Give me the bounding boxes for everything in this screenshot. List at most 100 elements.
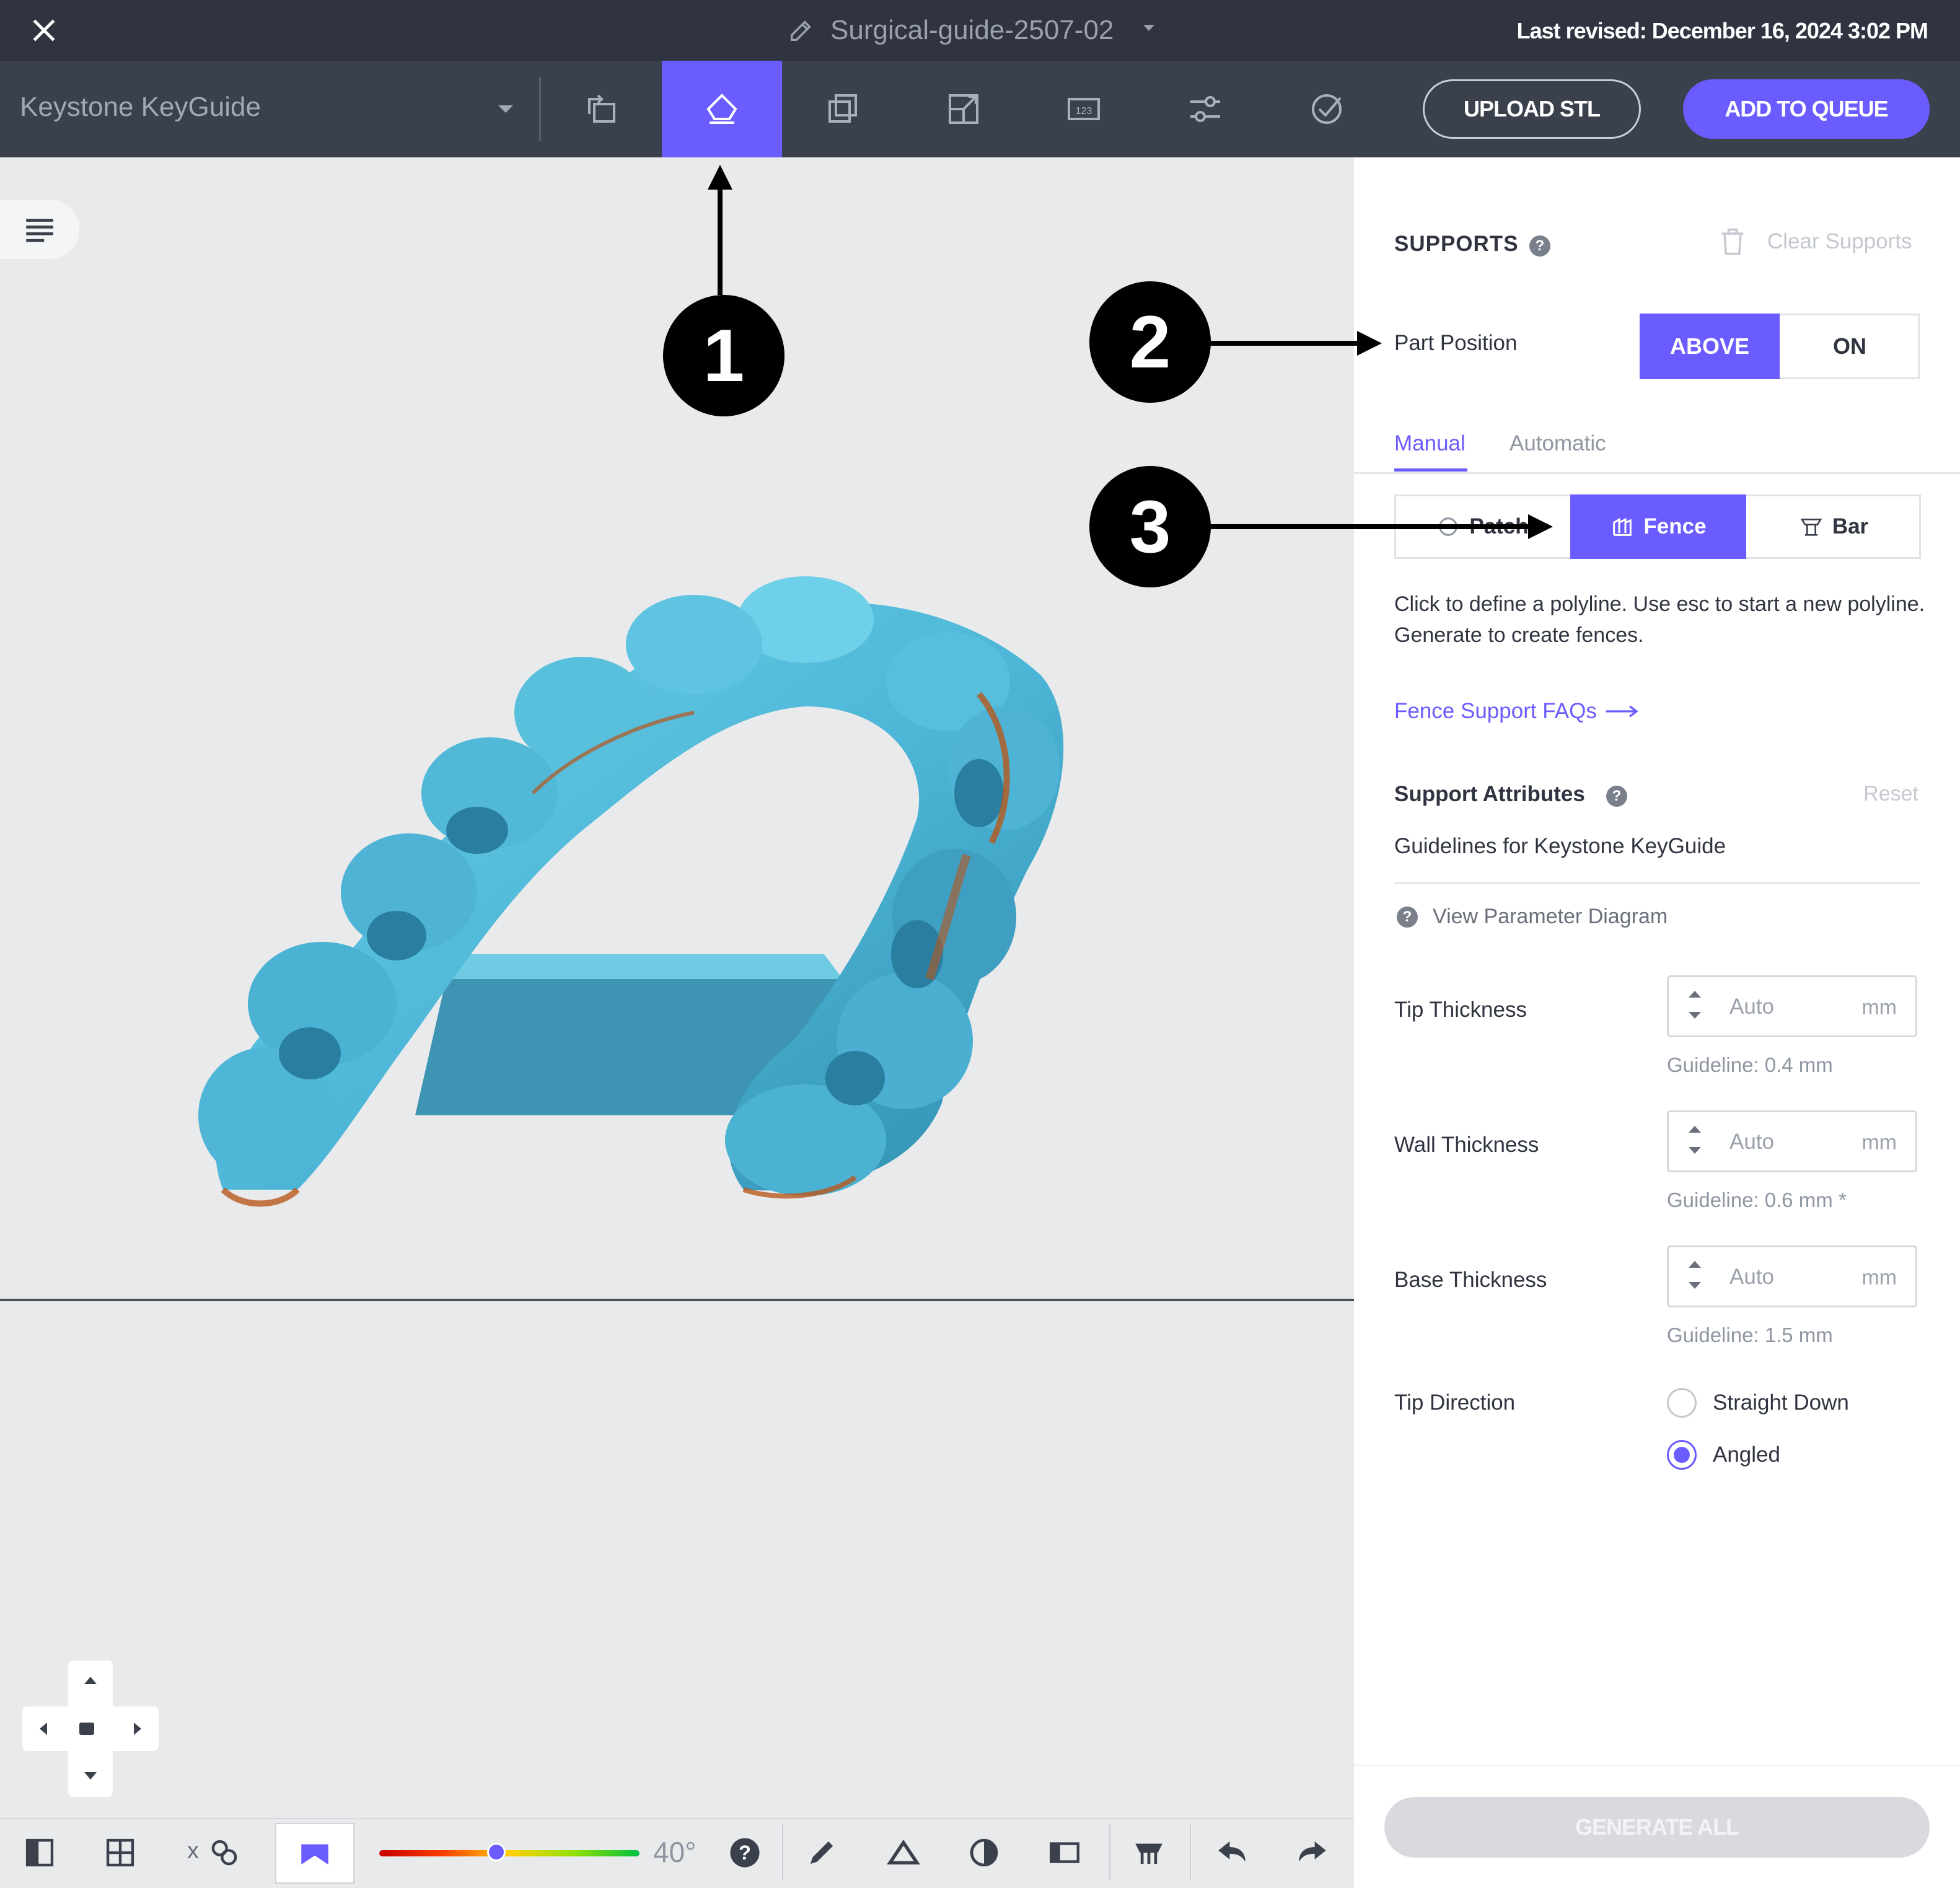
last-revised: Last revised: December 16, 2024 3:02 PM — [1516, 18, 1928, 43]
radio-angled[interactable]: Angled — [1667, 1440, 1780, 1470]
bottom-divider — [1190, 1824, 1191, 1880]
svg-text:?: ? — [739, 1841, 751, 1864]
bar-label: Bar — [1832, 514, 1869, 538]
pan-right-icon[interactable] — [134, 1723, 141, 1735]
scale-tool[interactable] — [903, 61, 1024, 157]
callout-3: 3 — [1089, 466, 1211, 587]
bar-icon — [1800, 519, 1822, 536]
radio-unchecked-icon — [1667, 1388, 1697, 1418]
wall-thickness-input[interactable]: Auto mm — [1667, 1110, 1917, 1172]
part-position-label: Part Position — [1394, 331, 1518, 355]
menu-button[interactable] — [0, 200, 79, 259]
position-above-button[interactable]: ABOVE — [1640, 314, 1780, 379]
redo-icon — [1299, 1841, 1326, 1862]
wall-thickness-value: Auto — [1729, 1130, 1774, 1154]
measure-button[interactable] — [797, 1828, 846, 1877]
undo-button[interactable] — [1207, 1828, 1257, 1877]
tabs-divider — [1354, 472, 1960, 474]
slider-handle[interactable] — [487, 1843, 506, 1861]
duplicate-icon — [828, 94, 857, 123]
orientation-tool[interactable] — [542, 61, 662, 157]
angled-label: Angled — [1713, 1442, 1780, 1467]
support-type-fence[interactable]: Fence — [1570, 494, 1746, 559]
base-thickness-input[interactable]: Auto mm — [1667, 1245, 1917, 1307]
fence-faq-link[interactable]: Fence Support FAQs — [1394, 699, 1640, 724]
view-nav-pad[interactable] — [22, 1661, 159, 1797]
redo-button[interactable] — [1288, 1828, 1337, 1877]
support-view-button[interactable] — [1124, 1828, 1174, 1877]
contrast-button[interactable] — [959, 1828, 1009, 1877]
tip-thickness-unit: mm — [1861, 996, 1897, 1019]
chevron-down-icon — [498, 105, 513, 113]
axes-toggle-button[interactable] — [200, 1828, 249, 1877]
file-name[interactable]: Surgical-guide-2507-02 — [830, 14, 1114, 47]
split-view-button[interactable] — [1040, 1828, 1089, 1877]
close-icon[interactable] — [27, 14, 61, 47]
pan-down-icon[interactable] — [84, 1772, 97, 1780]
clear-supports-label: Clear Supports — [1767, 229, 1912, 253]
label-tool[interactable]: 123 — [1024, 61, 1144, 157]
bottom-divider — [782, 1824, 783, 1880]
stepper-down-icon[interactable] — [1689, 1147, 1701, 1154]
upload-stl-button[interactable]: UPLOAD STL — [1423, 79, 1641, 139]
printer-select[interactable]: Keystone KeyGuide — [0, 61, 527, 157]
attributes-help-icon[interactable]: ? — [1606, 786, 1627, 807]
reset-button[interactable]: Reset — [1863, 782, 1918, 806]
triangle-icon — [887, 1839, 920, 1865]
sidebar-icon — [25, 1838, 54, 1867]
adjust-tool[interactable] — [1145, 61, 1265, 157]
angle-help-button[interactable]: ? — [720, 1828, 770, 1877]
bottom-divider — [1109, 1824, 1110, 1880]
tip-thickness-guideline: Guideline: 0.4 mm — [1667, 1053, 1833, 1076]
svg-text:123: 123 — [1076, 106, 1092, 116]
fence-icon — [1613, 517, 1632, 536]
pan-left-icon[interactable] — [40, 1723, 47, 1735]
axis-label: x — [187, 1838, 199, 1864]
surgical-guide-model[interactable] — [186, 570, 1091, 1227]
tab-manual[interactable]: Manual — [1394, 431, 1466, 456]
tab-automatic[interactable]: Automatic — [1510, 431, 1606, 456]
radio-straight-down[interactable]: Straight Down — [1667, 1388, 1849, 1418]
wall-thickness-label: Wall Thickness — [1394, 1133, 1539, 1157]
pan-up-icon[interactable] — [84, 1677, 97, 1684]
check-icon — [1312, 94, 1342, 124]
camera-icon[interactable] — [79, 1723, 94, 1735]
stepper-up-icon[interactable] — [1689, 1126, 1701, 1133]
callout-2-arrowhead — [1357, 331, 1382, 356]
build-plate-line — [0, 1299, 1354, 1301]
position-on-button[interactable]: ON — [1780, 314, 1920, 379]
stepper-icon[interactable] — [1689, 991, 1701, 998]
straight-down-label: Straight Down — [1713, 1390, 1849, 1415]
stepper-down-icon[interactable] — [1689, 1282, 1701, 1289]
stepper-up-icon[interactable] — [1689, 1261, 1701, 1268]
base-thickness-unit: mm — [1861, 1266, 1897, 1289]
guidelines-divider — [1394, 882, 1920, 884]
axes-icon — [211, 1840, 237, 1866]
duplicate-tool[interactable] — [782, 61, 902, 157]
stepper-down-icon[interactable] — [1689, 1012, 1701, 1019]
support-type-bar[interactable]: Bar — [1746, 494, 1921, 559]
tab-manual-underline — [1394, 468, 1467, 472]
supports-tool[interactable] — [662, 61, 782, 157]
check-tool[interactable] — [1267, 61, 1387, 157]
edit-name-icon[interactable] — [787, 16, 815, 45]
base-thickness-guideline: Guideline: 1.5 mm — [1667, 1324, 1833, 1346]
file-menu-caret-icon[interactable] — [1143, 25, 1154, 31]
label-icon: 123 — [1068, 98, 1100, 120]
panel-toggle-button[interactable] — [15, 1828, 64, 1877]
view-mode-button[interactable] — [275, 1823, 354, 1884]
radio-checked-icon — [1667, 1440, 1697, 1470]
add-to-queue-button[interactable]: ADD TO QUEUE — [1683, 79, 1930, 139]
angle-slider[interactable] — [379, 1843, 639, 1861]
guidelines-text: Guidelines for Keystone KeyGuide — [1394, 834, 1726, 858]
fence-label: Fence — [1643, 514, 1707, 538]
grid-view-button[interactable] — [95, 1828, 145, 1877]
view-parameter-diagram-link[interactable]: ? View Parameter Diagram — [1397, 905, 1668, 929]
generate-all-button[interactable]: GENERATE ALL — [1384, 1797, 1930, 1858]
clear-supports-button[interactable]: Clear Supports — [1716, 224, 1927, 261]
callout-3-arrowhead — [1528, 514, 1553, 539]
triangle-tool-button[interactable] — [879, 1828, 928, 1877]
contrast-icon — [970, 1838, 998, 1867]
tip-thickness-input[interactable]: Auto mm — [1667, 975, 1917, 1037]
supports-help-icon[interactable]: ? — [1529, 235, 1550, 257]
